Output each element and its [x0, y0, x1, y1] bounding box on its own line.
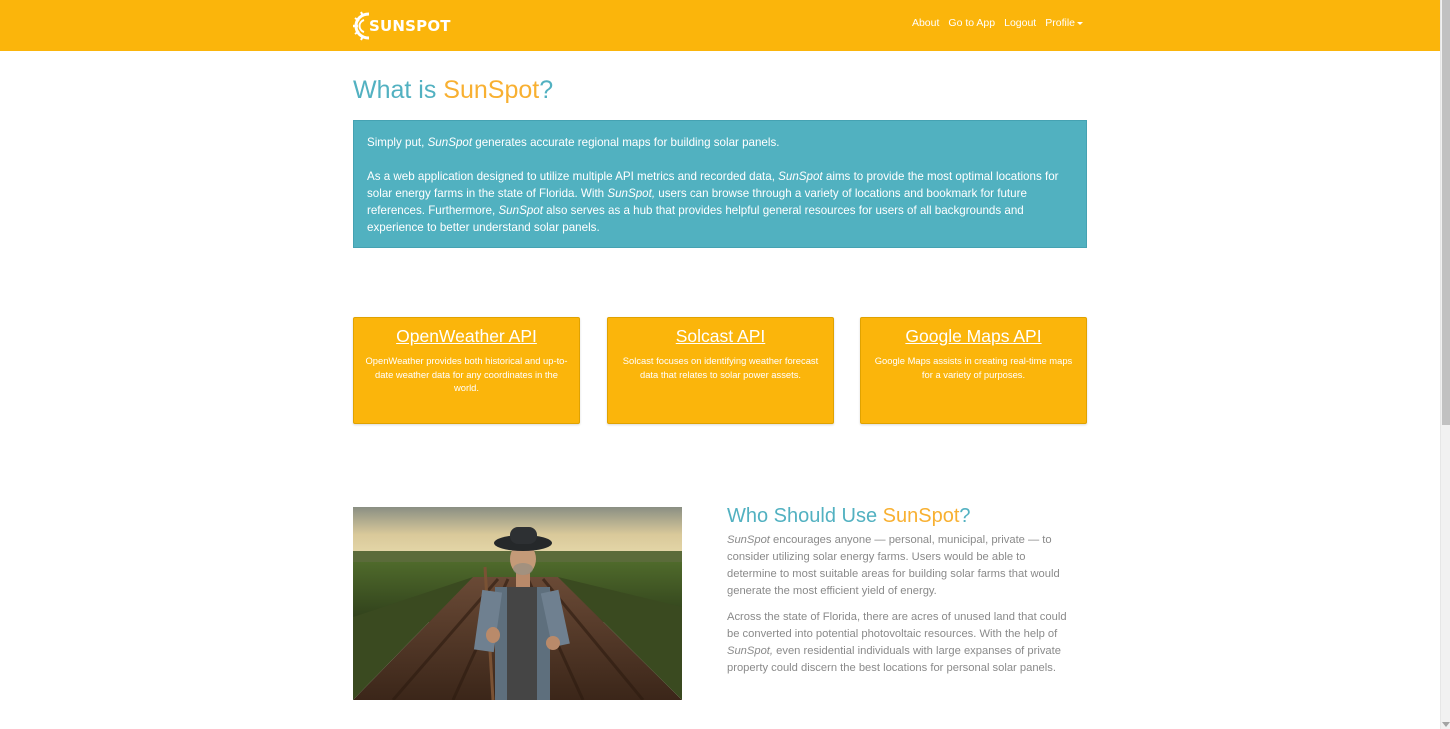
- who-title-accent: SunSpot: [882, 505, 960, 527]
- api-card-title-link[interactable]: Google Maps API: [871, 326, 1076, 347]
- title-accent: SunSpot: [443, 76, 540, 104]
- page: SUNSPOT About Go to App Logout Profile W…: [0, 0, 1450, 729]
- brand-name: SUNSPOT: [369, 17, 451, 35]
- title-prefix: What is: [353, 76, 444, 104]
- intro-p2-em-2: SunSpot,: [607, 187, 656, 200]
- navbar: SUNSPOT About Go to App Logout Profile: [0, 0, 1440, 51]
- who-p1-text: encourages anyone — personal, municipal,…: [727, 534, 1060, 597]
- who-p2-text-b: even residential individuals with large …: [727, 645, 1061, 674]
- who-paragraph-2: Across the state of Florida, there are a…: [727, 609, 1072, 677]
- nav-links: About Go to App Logout Profile: [912, 17, 1083, 29]
- api-card-title-link[interactable]: OpenWeather API: [364, 326, 569, 347]
- api-card-google-maps: Google Maps API Google Maps assists in c…: [860, 317, 1087, 424]
- who-should-use-title: Who Should Use SunSpot?: [727, 505, 971, 528]
- who-paragraph-1: SunSpot encourages anyone — personal, mu…: [727, 532, 1072, 600]
- nav-about-link[interactable]: About: [912, 17, 939, 29]
- nav-logout-link[interactable]: Logout: [1004, 17, 1036, 29]
- api-card-openweather: OpenWeather API OpenWeather provides bot…: [353, 317, 580, 424]
- intro-box: Simply put, SunSpot generates accurate r…: [353, 120, 1087, 248]
- page-title: What is SunSpot?: [353, 76, 553, 105]
- scrollbar-thumb[interactable]: [1442, 0, 1450, 425]
- intro-p1-text-b: generates accurate regional maps for bui…: [472, 136, 780, 149]
- api-card-solcast: Solcast API Solcast focuses on identifyi…: [607, 317, 834, 424]
- who-title-suffix: ?: [959, 505, 971, 527]
- who-p2-text-a: Across the state of Florida, there are a…: [727, 611, 1067, 640]
- caret-down-icon: [1077, 22, 1083, 25]
- api-card-description: Google Maps assists in creating real-tim…: [874, 355, 1073, 380]
- nav-go-to-app-link[interactable]: Go to App: [948, 17, 995, 29]
- who-p1-em: SunSpot: [727, 534, 770, 546]
- intro-p1-text-a: Simply put,: [367, 136, 428, 149]
- intro-p1-em: SunSpot: [427, 136, 473, 149]
- page-scrollbar[interactable]: [1440, 0, 1450, 729]
- brand-logo[interactable]: SUNSPOT: [353, 11, 451, 41]
- who-p2-em: SunSpot,: [727, 645, 774, 657]
- who-title-prefix: Who Should Use: [727, 505, 883, 527]
- intro-paragraph-1: Simply put, SunSpot generates accurate r…: [367, 134, 1073, 151]
- api-card-description: OpenWeather provides both historical and…: [365, 355, 568, 393]
- who-description: SunSpot encourages anyone — personal, mu…: [727, 532, 1072, 677]
- scroll-down-arrow-icon[interactable]: [1442, 722, 1450, 727]
- api-card-description: Solcast focuses on identifying weather f…: [622, 355, 819, 380]
- title-suffix: ?: [539, 76, 554, 104]
- farmer-photo: [353, 507, 682, 700]
- nav-profile-label: Profile: [1045, 17, 1075, 29]
- intro-p2-em-3: SunSpot: [498, 204, 543, 217]
- intro-paragraph-2: As a web application designed to utilize…: [367, 168, 1073, 236]
- nav-profile-dropdown[interactable]: Profile: [1045, 17, 1083, 29]
- api-card-title-link[interactable]: Solcast API: [618, 326, 823, 347]
- intro-p2-text-a: As a web application designed to utilize…: [367, 170, 779, 183]
- intro-p2-em-1: SunSpot: [778, 170, 823, 183]
